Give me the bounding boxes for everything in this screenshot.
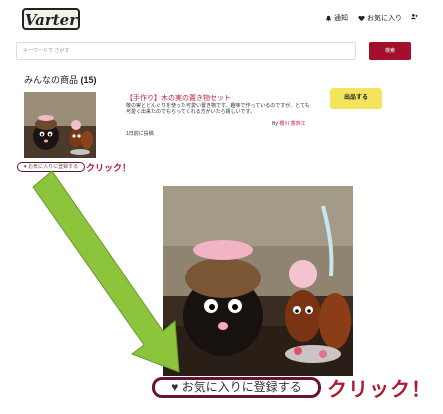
add-favorite-label-large: お気に入りに登録する [181, 380, 302, 394]
heart-icon: ♥ [171, 380, 179, 394]
pointer-arrow [32, 170, 180, 373]
add-favorite-button-large[interactable]: ♥ お気に入りに登録する [152, 377, 321, 398]
click-annotation-large: クリック！ [327, 379, 432, 401]
